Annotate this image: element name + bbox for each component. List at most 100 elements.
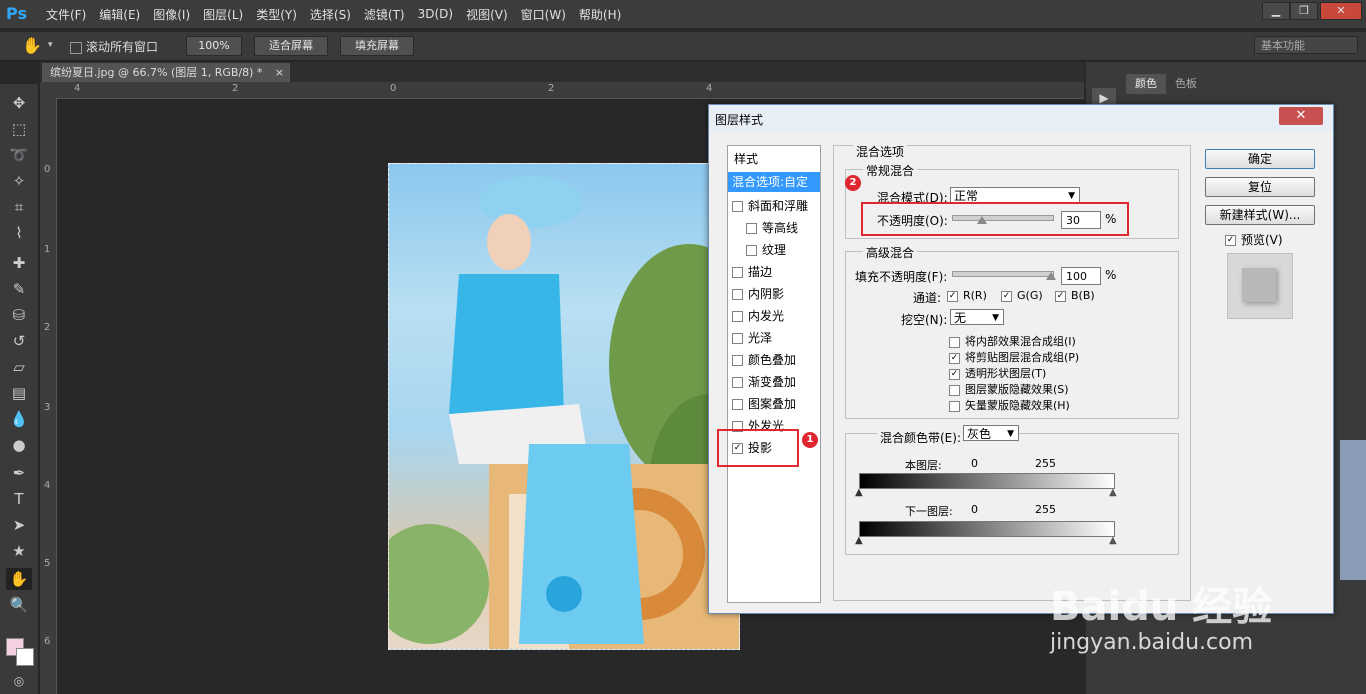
checkbox-icon[interactable] [746, 223, 757, 234]
style-item-bevel-emboss[interactable]: 斜面和浮雕 [728, 196, 824, 216]
restore-button[interactable]: ❐ [1290, 2, 1318, 20]
fill-opacity-input[interactable]: 100 [1061, 267, 1101, 285]
checkbox-icon[interactable] [732, 355, 743, 366]
option-transparency-shapes[interactable]: ✓ 透明形状图层(T) [949, 365, 1046, 381]
type-tool-icon[interactable]: T [6, 488, 32, 510]
hand-tool-active-icon[interactable]: ✋ [6, 568, 32, 590]
lasso-tool-icon[interactable]: ➰ [6, 144, 32, 166]
document-tab[interactable]: 缤纷夏日.jpg @ 66.7% (图层 1, RGB/8) * × [42, 63, 290, 82]
option-vector-mask-hides[interactable]: 矢量蒙版隐藏效果(H) [949, 397, 1070, 413]
tool-preset-dropdown-icon[interactable]: ▾ [48, 40, 53, 50]
option-layer-mask-hides[interactable]: 图层蒙版隐藏效果(S) [949, 381, 1069, 397]
style-item-blending-options[interactable]: 混合选项:自定 [728, 172, 820, 192]
style-item-pattern-overlay[interactable]: 图案叠加 [728, 394, 824, 414]
style-item-inner-shadow[interactable]: 内阴影 [728, 284, 824, 304]
menu-select[interactable]: 选择(S) [310, 6, 351, 23]
blend-mode-select[interactable]: 正常 ▼ [950, 187, 1080, 203]
menu-help[interactable]: 帮助(H) [579, 6, 621, 23]
zoom-tool-icon[interactable]: 🔍 [6, 594, 32, 616]
scroll-all-windows-checkbox[interactable]: 滚动所有窗口 [70, 38, 158, 55]
close-window-button[interactable]: ✕ [1320, 2, 1362, 20]
shape-tool-icon[interactable]: ★ [6, 540, 32, 562]
style-item-contour[interactable]: 等高线 [728, 218, 838, 238]
checkbox-icon[interactable] [732, 311, 743, 322]
checkbox-icon[interactable] [949, 384, 960, 396]
workspace-select[interactable]: 基本功能 [1254, 36, 1358, 54]
checkbox-icon[interactable] [732, 289, 743, 300]
clone-stamp-tool-icon[interactable]: ⛁ [6, 304, 32, 326]
this-layer-gradient-bar[interactable] [859, 473, 1115, 489]
checkbox-icon[interactable] [732, 399, 743, 410]
menu-layer[interactable]: 图层(L) [203, 6, 243, 23]
menu-3d[interactable]: 3D(D) [418, 7, 453, 21]
color-panel-tab[interactable]: 颜色 [1126, 74, 1166, 94]
fill-opacity-slider-thumb[interactable] [1046, 272, 1056, 280]
history-brush-tool-icon[interactable]: ↺ [6, 330, 32, 352]
checkbox-icon[interactable] [732, 377, 743, 388]
eraser-tool-icon[interactable]: ▱ [6, 356, 32, 378]
this-layer-high-thumb-icon[interactable]: ▲ [1109, 487, 1117, 498]
document-image[interactable] [388, 163, 740, 650]
option-blend-clipped[interactable]: ✓ 将剪贴图层混合成组(P) [949, 349, 1079, 365]
healing-brush-tool-icon[interactable]: ✚ [6, 252, 32, 274]
checkbox-icon[interactable] [732, 201, 743, 212]
knockout-select[interactable]: 无 ▼ [950, 309, 1004, 325]
checkbox-icon[interactable] [949, 336, 960, 348]
underlying-layer-high-thumb-icon[interactable]: ▲ [1109, 535, 1117, 546]
gradient-tool-icon[interactable]: ▤ [6, 382, 32, 404]
checkbox-checked-icon[interactable]: ✓ [1055, 290, 1066, 302]
quick-mask-icon[interactable]: ◎ [6, 670, 32, 692]
menu-window[interactable]: 窗口(W) [521, 6, 566, 23]
style-item-color-overlay[interactable]: 颜色叠加 [728, 350, 824, 370]
menu-type[interactable]: 类型(Y) [256, 6, 297, 23]
style-item-stroke[interactable]: 描边 [728, 262, 824, 282]
checkbox-checked-icon[interactable]: ✓ [947, 290, 958, 302]
dodge-tool-icon[interactable]: ● [6, 434, 32, 456]
underlying-layer-low-thumb-icon[interactable]: ▲ [855, 535, 863, 546]
close-tab-icon[interactable]: × [275, 63, 284, 82]
checkbox-icon[interactable] [732, 267, 743, 278]
fit-screen-button[interactable]: 适合屏幕 [254, 36, 328, 56]
preview-checkbox[interactable]: ✓ 预览(V) [1225, 231, 1283, 248]
marquee-tool-icon[interactable]: ⬚ [6, 118, 32, 140]
path-selection-tool-icon[interactable]: ➤ [6, 514, 32, 536]
minimize-button[interactable]: ▁ [1262, 2, 1290, 20]
eyedropper-tool-icon[interactable]: ⌇ [6, 222, 32, 244]
checkbox-icon[interactable] [746, 245, 757, 256]
menu-file[interactable]: 文件(F) [46, 6, 86, 23]
channel-g-checkbox[interactable]: ✓ G(G) [1001, 289, 1043, 302]
style-item-satin[interactable]: 光泽 [728, 328, 824, 348]
menu-view[interactable]: 视图(V) [466, 6, 508, 23]
hand-tool-icon[interactable]: ✋ [22, 36, 42, 55]
checkbox-icon[interactable] [732, 333, 743, 344]
menu-image[interactable]: 图像(I) [153, 6, 190, 23]
style-item-inner-glow[interactable]: 内发光 [728, 306, 824, 326]
reset-button[interactable]: 复位 [1205, 177, 1315, 197]
checkbox-checked-icon[interactable]: ✓ [1001, 290, 1012, 302]
dialog-close-button[interactable]: ✕ [1279, 107, 1323, 125]
option-blend-interior[interactable]: 将内部效果混合成组(I) [949, 333, 1076, 349]
channel-b-checkbox[interactable]: ✓ B(B) [1055, 289, 1095, 302]
pen-tool-icon[interactable]: ✒ [6, 462, 32, 484]
swatches-panel-tab[interactable]: 色板 [1166, 74, 1206, 94]
menu-edit[interactable]: 编辑(E) [99, 6, 140, 23]
menu-filter[interactable]: 滤镜(T) [364, 6, 405, 23]
underlying-layer-gradient-bar[interactable] [859, 521, 1115, 537]
fill-opacity-slider[interactable] [952, 271, 1054, 277]
blend-if-select[interactable]: 灰色 ▼ [963, 425, 1019, 441]
checkbox-icon[interactable] [70, 41, 82, 54]
new-style-button[interactable]: 新建样式(W)... [1205, 205, 1315, 225]
this-layer-low-thumb-icon[interactable]: ▲ [855, 487, 863, 498]
move-tool-icon[interactable]: ✥ [6, 92, 32, 114]
style-item-texture[interactable]: 纹理 [728, 240, 838, 260]
ok-button[interactable]: 确定 [1205, 149, 1315, 169]
brush-tool-icon[interactable]: ✎ [6, 278, 32, 300]
checkbox-checked-icon[interactable]: ✓ [949, 352, 960, 364]
zoom-100-button[interactable]: 100% [186, 36, 242, 56]
background-color-swatch[interactable] [16, 648, 34, 666]
checkbox-icon[interactable] [949, 400, 960, 412]
channel-r-checkbox[interactable]: ✓ R(R) [947, 289, 987, 302]
fill-screen-button[interactable]: 填充屏幕 [340, 36, 414, 56]
blur-tool-icon[interactable]: 💧 [6, 408, 32, 430]
crop-tool-icon[interactable]: ⌗ [6, 196, 32, 218]
